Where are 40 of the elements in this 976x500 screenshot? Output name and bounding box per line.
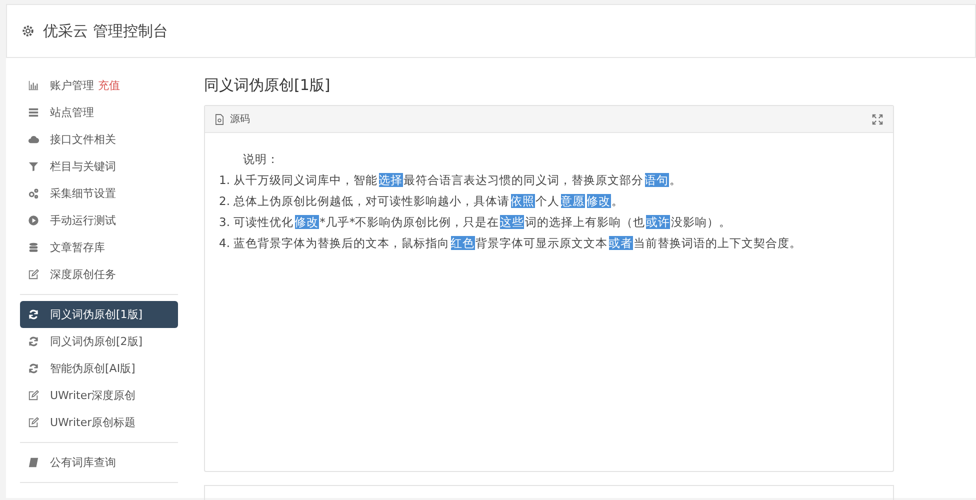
description-line: 4. 蓝色背景字体为替换后的文本，鼠标指向 红色背景字体可显示原文文本 或者 当前替换词语的上下文契合度。 <box>219 235 803 252</box>
sidebar-item[interactable]: 同义词伪原创[2版] <box>20 328 178 355</box>
panel-title: 源码 <box>230 113 250 126</box>
page-title: 同义词伪原创[1版] <box>204 76 332 95</box>
expand-icon[interactable] <box>872 114 883 124</box>
list-icon <box>28 107 39 118</box>
edit-icon <box>28 390 39 401</box>
sidebar-item[interactable]: 账户管理 充值 <box>20 72 178 99</box>
description-line: 2. 总体上伪原创比例越低，对可读性影响越小，具体请 依照个人 意愿 修改。 <box>219 193 625 210</box>
sidebar-item[interactable]: 深度原创任务 <box>20 261 178 288</box>
sidebar-item[interactable]: 公有词库查询 <box>20 449 178 476</box>
refresh-icon <box>28 363 39 374</box>
sidebar-item[interactable]: 采集细节设置 <box>20 180 178 207</box>
gears-icon <box>28 188 39 199</box>
sidebar-item[interactable]: 手动运行测试 <box>20 207 178 234</box>
sidebar-item[interactable]: 站点管理 <box>20 99 178 126</box>
sidebar-item[interactable]: 接口文件相关 <box>20 126 178 153</box>
sidebar-item[interactable]: 文章暂存库 <box>20 234 178 261</box>
sidebar-item[interactable]: UWriter深度原创 <box>20 382 178 409</box>
sidebar-item[interactable]: UWriter原创标题 <box>20 409 178 436</box>
book-icon <box>28 457 39 468</box>
app-title: 优采云 管理控制台 <box>43 22 168 40</box>
database-icon <box>28 242 39 253</box>
edit-icon <box>28 417 39 428</box>
recharge-link[interactable]: 充值 <box>98 78 120 93</box>
description-heading: 说明： <box>242 151 280 168</box>
description-line: 1. 从千万级同义词库中，智能选择最符合语言表达习惯的同义词，替换原文部分 语句。 <box>219 172 683 189</box>
sidebar-item[interactable]: 栏目与关键词 <box>20 153 178 180</box>
cloud-icon <box>28 134 39 145</box>
edit-icon <box>28 269 39 280</box>
refresh-icon <box>28 336 39 347</box>
sidebar-item[interactable]: 同义词伪原创[1版] <box>20 301 178 328</box>
file-icon <box>215 114 224 124</box>
filter-icon <box>28 161 39 172</box>
settings-icon <box>21 24 35 38</box>
bar-chart-icon <box>28 80 39 91</box>
refresh-icon <box>28 309 39 320</box>
description-line: 3. 可读性优化修改*几乎*不影响伪原创比例，只是在这些词的选择上有影响（也或许没影响）。 <box>219 214 732 231</box>
play-icon <box>28 215 39 226</box>
sidebar-item[interactable]: 智能伪原创[AI版] <box>20 355 178 382</box>
